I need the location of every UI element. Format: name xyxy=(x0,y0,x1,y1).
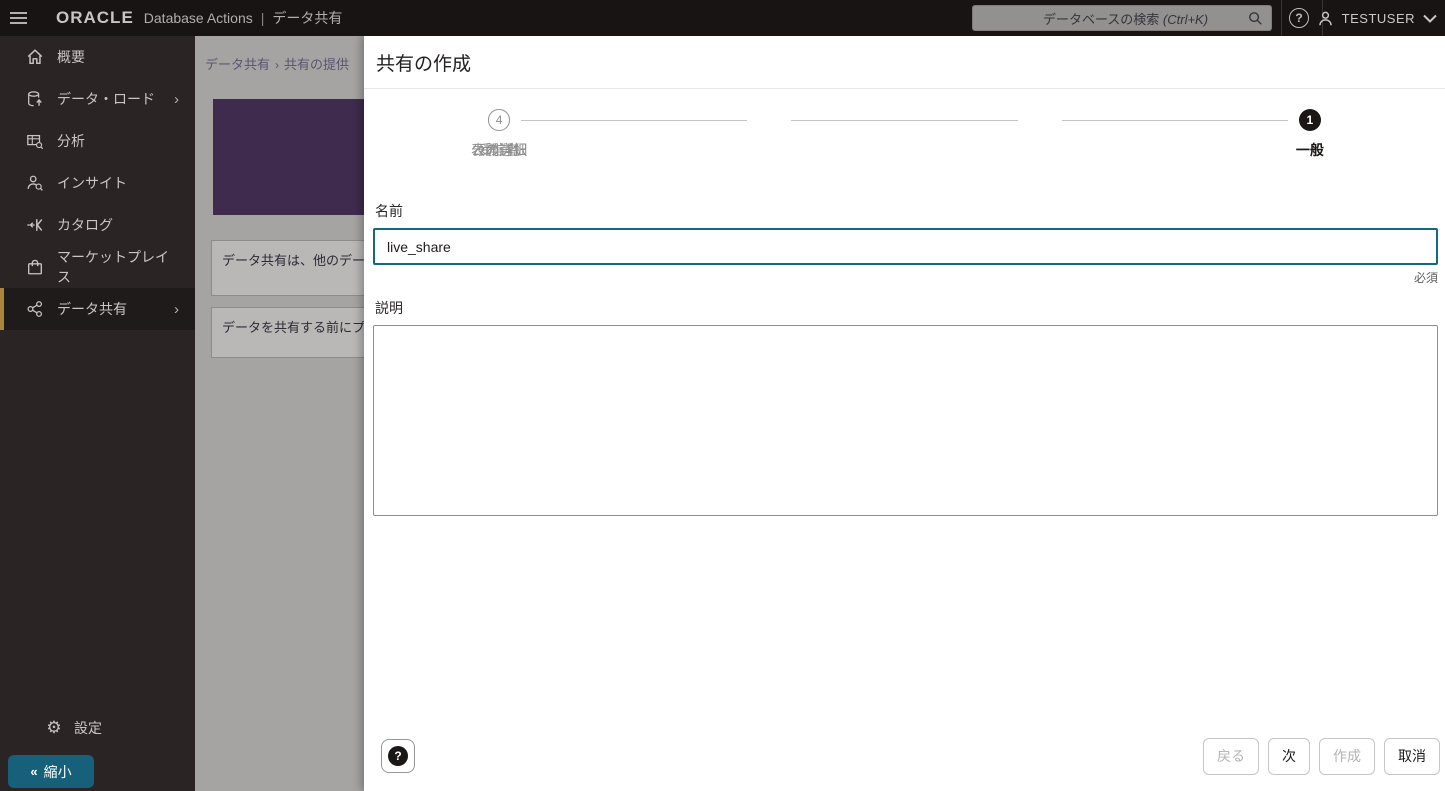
dialog-help-button[interactable]: ? xyxy=(381,739,415,773)
cancel-button[interactable]: 取消 xyxy=(1384,738,1440,775)
create-button[interactable]: 作成 xyxy=(1319,738,1375,775)
breadcrumb-item-provide-share: 共有の提供 xyxy=(284,57,349,72)
info-box: データ共有は、他のデー xyxy=(211,240,364,296)
search-placeholder: データベースの検索 (Ctrl+K) xyxy=(1003,9,1248,28)
hamburger-menu-icon[interactable] xyxy=(0,0,38,36)
create-share-dialog: 共有の作成 1 一般 2 公開詳細 3 表の選択 4 受信者 名前 必須 説明 … xyxy=(364,36,1445,791)
collapse-sidebar-button[interactable]: « 縮小 xyxy=(8,755,94,788)
database-search-input[interactable]: データベースの検索 (Ctrl+K) xyxy=(972,5,1272,31)
step-number: 1 xyxy=(1299,109,1321,131)
context-title: データ共有 xyxy=(272,8,342,28)
sidebar-item-label: マーケットプレイス xyxy=(57,247,179,287)
sidebar-item-overview[interactable]: 概要 xyxy=(0,36,195,78)
name-field-label: 名前 xyxy=(373,201,1438,221)
sidebar-item-settings[interactable]: ⚙ 設定 xyxy=(0,710,195,746)
chevron-right-icon: › xyxy=(174,301,179,318)
step-number: 4 xyxy=(488,109,510,131)
next-button[interactable]: 次 xyxy=(1268,738,1310,775)
step-label: 一般 xyxy=(1175,140,1445,160)
marketplace-icon xyxy=(25,257,45,277)
analysis-icon xyxy=(25,131,45,151)
sidebar-item-data-sharing[interactable]: データ共有 › xyxy=(0,288,195,330)
top-bar: ORACLE Database Actions | データ共有 データベースの検… xyxy=(0,0,1445,36)
title-separator: | xyxy=(261,10,265,26)
sidebar-item-label: インサイト xyxy=(57,173,127,193)
info-box: データを共有する前にプ xyxy=(211,307,364,358)
dimmed-background-page: データ共有 › 共有の提供 データ共有は、他のデー データを共有する前にプ xyxy=(195,36,364,791)
breadcrumb: データ共有 › 共有の提供 xyxy=(205,54,349,73)
topbar-divider xyxy=(1281,0,1282,36)
dialog-action-buttons: 戻る 次 作成 取消 xyxy=(1203,738,1440,775)
home-icon xyxy=(25,47,45,67)
wizard-step-general[interactable]: 1 一般 xyxy=(1175,109,1445,160)
user-name: TESTUSER xyxy=(1342,11,1415,26)
purple-banner xyxy=(213,99,364,215)
step-label: 受信者 xyxy=(364,140,634,160)
share-description-textarea[interactable] xyxy=(373,325,1438,516)
dialog-title: 共有の作成 xyxy=(376,49,471,76)
double-chevron-left-icon: « xyxy=(30,764,35,779)
dialog-header: 共有の作成 xyxy=(364,36,1445,89)
sidebar-item-label: 概要 xyxy=(57,47,85,67)
help-icon[interactable]: ? xyxy=(1289,8,1309,28)
share-name-input[interactable] xyxy=(373,228,1438,265)
sidebar-item-insights[interactable]: インサイト xyxy=(0,162,195,204)
sidebar-item-label: 分析 xyxy=(57,131,85,151)
sidebar-item-label: データ共有 xyxy=(57,299,127,319)
sidebar-nav: 概要 データ・ロード › 分析 インサイト カタログ マーケットプレイス xyxy=(0,36,195,791)
collapse-label: 縮小 xyxy=(44,762,72,782)
sidebar-item-label: 設定 xyxy=(74,718,102,738)
step-connector xyxy=(791,120,1017,121)
insights-icon xyxy=(25,173,45,193)
sidebar-item-label: データ・ロード xyxy=(57,89,155,109)
description-field-label: 説明 xyxy=(373,298,1438,318)
wizard-step-recipients[interactable]: 4 受信者 xyxy=(364,109,634,160)
wizard-step-train: 1 一般 2 公開詳細 3 表の選択 4 受信者 xyxy=(364,109,1445,181)
user-menu[interactable]: TESTUSER xyxy=(1317,0,1437,36)
sidebar-item-label: カタログ xyxy=(57,215,113,235)
catalog-icon xyxy=(25,215,45,235)
general-step-form: 名前 必須 説明 xyxy=(364,181,1445,721)
required-hint: 必須 xyxy=(373,269,1438,286)
gear-icon: ⚙ xyxy=(44,718,64,738)
chevron-right-icon: › xyxy=(174,91,179,108)
sidebar-item-data-load[interactable]: データ・ロード › xyxy=(0,78,195,120)
breadcrumb-separator: › xyxy=(275,58,279,72)
chevron-down-icon xyxy=(1423,14,1437,23)
user-icon xyxy=(1317,10,1334,27)
help-icon: ? xyxy=(388,746,408,766)
oracle-logo: ORACLE xyxy=(56,8,134,28)
app-title: Database Actions xyxy=(144,10,253,26)
search-icon xyxy=(1248,11,1263,26)
breadcrumb-item-data-sharing[interactable]: データ共有 xyxy=(205,57,270,72)
dialog-footer: ? 戻る 次 作成 取消 xyxy=(364,721,1445,791)
back-button[interactable]: 戻る xyxy=(1203,738,1259,775)
sidebar-item-analysis[interactable]: 分析 xyxy=(0,120,195,162)
sidebar-item-marketplace[interactable]: マーケットプレイス xyxy=(0,246,195,288)
sidebar-item-catalog[interactable]: カタログ xyxy=(0,204,195,246)
data-load-icon xyxy=(25,89,45,109)
share-icon xyxy=(25,299,45,319)
